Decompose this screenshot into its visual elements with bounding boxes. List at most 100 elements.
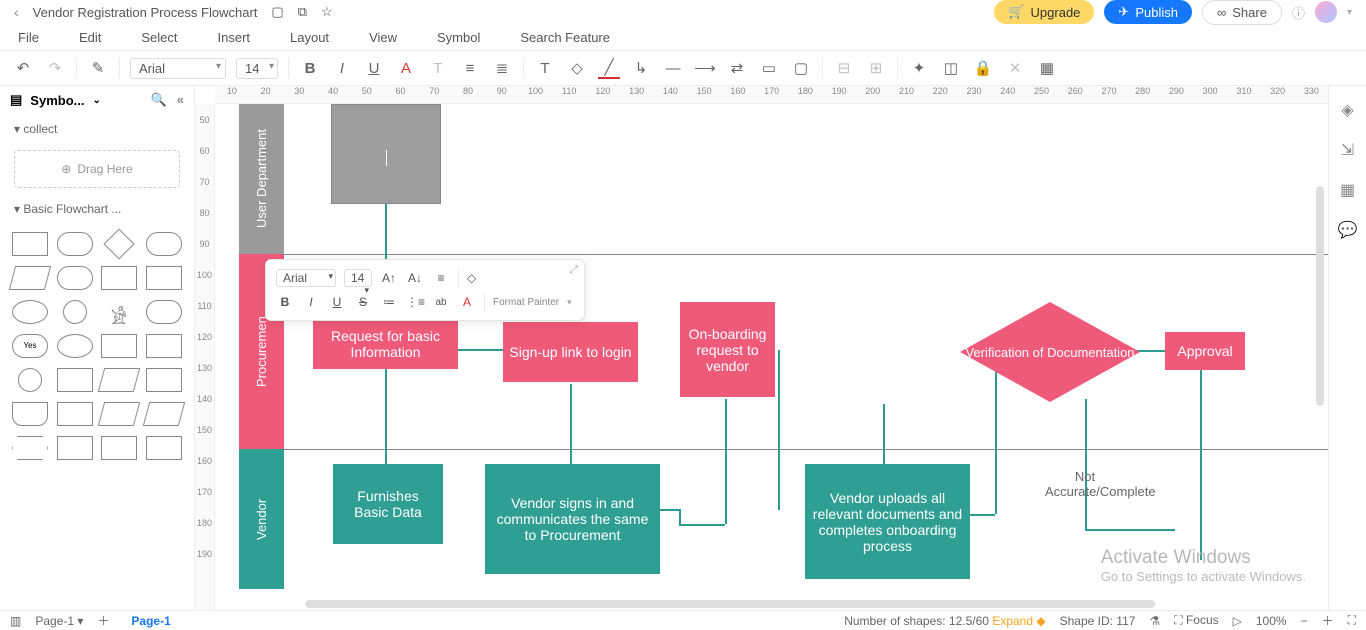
underline-icon[interactable]: U (328, 295, 346, 309)
search-icon[interactable]: 🔍 (151, 92, 167, 108)
shape-rect[interactable] (12, 232, 48, 256)
expand-link[interactable]: Expand (992, 614, 1033, 628)
undo-icon[interactable]: ↶ (12, 57, 34, 79)
canvas[interactable]: User Department Procuremen Vendor (215, 104, 1328, 610)
shape-trap[interactable] (98, 402, 140, 426)
shape-vendor-upload[interactable]: Vendor uploads all relevant documents an… (805, 464, 970, 579)
shape-ellipse[interactable] (12, 300, 48, 324)
shape-wave[interactable] (12, 402, 48, 426)
outline-icon[interactable]: ▥ (10, 614, 21, 628)
connector[interactable] (679, 524, 725, 526)
size-select[interactable]: 14 (236, 58, 278, 79)
shape-capsule[interactable] (57, 266, 93, 290)
share-button[interactable]: ∞Share (1202, 0, 1282, 25)
help-icon[interactable]: ⓘ (1292, 3, 1305, 22)
distribute-icon[interactable]: ⊞ (865, 57, 887, 79)
shape-terminator[interactable]: Yes (12, 334, 48, 358)
page-tab[interactable]: Page-1 (123, 614, 178, 628)
shape-internal[interactable] (146, 334, 182, 358)
number-icon[interactable]: ⋮≡ (406, 295, 424, 309)
arrow-style-icon[interactable]: ⇄ (726, 57, 748, 79)
fullscreen-icon[interactable]: ⛶ (1348, 613, 1356, 628)
shape-fill-icon[interactable]: ▭ (758, 57, 780, 79)
underline-icon[interactable]: U (363, 57, 385, 79)
avatar[interactable] (1315, 1, 1337, 23)
shape-db[interactable] (57, 368, 93, 392)
align-center-icon[interactable]: ≣ (491, 57, 513, 79)
connector[interactable] (1085, 529, 1175, 531)
fill-icon[interactable]: ◇ (566, 57, 588, 79)
mini-size-select[interactable]: 14 (344, 269, 372, 287)
shape-approval[interactable]: Approval (1165, 332, 1245, 370)
effects-icon[interactable]: ✦ (908, 57, 930, 79)
text-case-icon[interactable]: T (427, 57, 449, 79)
add-page-icon[interactable]: ＋ (97, 612, 109, 629)
mini-toolbar[interactable]: ⤢ Arial 14 A↑ A↓ ≡ ◇ B I U S (265, 259, 585, 321)
shape-connector[interactable] (18, 368, 42, 392)
connector[interactable] (778, 350, 780, 510)
connector[interactable] (725, 399, 727, 524)
bullet-icon[interactable]: ≔ (380, 295, 398, 309)
chevron-down-icon[interactable]: ⌄ (92, 95, 100, 106)
menu-view[interactable]: View (369, 30, 397, 45)
layers-icon[interactable]: ▦ (1036, 57, 1058, 79)
scrollbar-vertical[interactable] (1316, 186, 1324, 406)
shape-trap2[interactable] (142, 402, 184, 426)
shape-manual[interactable] (98, 368, 140, 392)
menu-insert[interactable]: Insert (218, 30, 251, 45)
menu-edit[interactable]: Edit (79, 30, 101, 45)
open-new-icon[interactable]: ⧉ (298, 4, 307, 20)
connector[interactable] (1200, 350, 1202, 560)
shape-storage[interactable] (101, 334, 137, 358)
lock-icon[interactable]: 🔒 (972, 57, 994, 79)
shape-paral[interactable] (9, 266, 51, 290)
upgrade-button[interactable]: 🛒Upgrade (994, 0, 1094, 24)
shape-actor[interactable]: 𓀀 (101, 300, 137, 324)
connector-icon[interactable]: ↳ (630, 57, 652, 79)
mini-font-select[interactable]: Arial (276, 269, 336, 287)
italic-icon[interactable]: I (331, 57, 353, 79)
section-collect[interactable]: ▾ collect (0, 114, 194, 144)
shape-request-basic[interactable]: Request for basic Information (313, 319, 458, 369)
shape-furnish[interactable]: Furnishes Basic Data (333, 464, 443, 544)
shape-selected-gray[interactable] (331, 104, 441, 204)
save-icon[interactable]: ▢ (271, 4, 283, 20)
shape-off3[interactable] (146, 436, 182, 460)
lane-vendor[interactable]: Vendor (239, 449, 284, 589)
bold-icon[interactable]: B (299, 57, 321, 79)
comment-icon[interactable]: 💬 (1338, 220, 1358, 240)
shape-pill[interactable] (146, 232, 182, 256)
shape-verify[interactable]: Verification of Documentation (960, 302, 1140, 402)
menu-file[interactable]: File (18, 30, 39, 45)
pin-icon[interactable]: ⤢ (569, 264, 578, 277)
shape-vendor-signin[interactable]: Vendor signs in and communicates the sam… (485, 464, 660, 574)
bold-icon[interactable]: B (276, 295, 294, 309)
shape-hex[interactable] (12, 436, 48, 460)
tools-icon[interactable]: ✕ (1004, 57, 1026, 79)
export-icon[interactable]: ⇲ (1341, 140, 1354, 160)
lane-user-dept[interactable]: User Department (239, 104, 284, 254)
canvas-area[interactable]: 1020304050607080901001101201301401501601… (195, 86, 1366, 610)
section-basic[interactable]: ▾ Basic Flowchart ... (0, 194, 194, 224)
theme-icon[interactable]: ◈ (1341, 100, 1353, 120)
shape-off[interactable] (57, 436, 93, 460)
font-color-icon[interactable]: A (395, 57, 417, 79)
back-icon[interactable]: ‹ (14, 4, 19, 20)
zoom-in-icon[interactable]: ＋ (1322, 612, 1334, 629)
shape-rounded2[interactable] (146, 300, 182, 324)
decrease-font-icon[interactable]: A↓ (406, 271, 424, 285)
text-not-accurate[interactable]: Not Accurate/Complete (1045, 469, 1125, 499)
shape-circle[interactable] (63, 300, 87, 324)
play-icon[interactable]: ▷ (1233, 614, 1242, 628)
shape-card[interactable] (146, 266, 182, 290)
menu-search[interactable]: Search Feature (520, 30, 610, 45)
shape-cylinder[interactable] (57, 334, 93, 358)
collapse-icon[interactable]: « (177, 92, 184, 108)
connector[interactable] (679, 509, 681, 524)
shape-outline-icon[interactable]: ▢ (790, 57, 812, 79)
italic-icon[interactable]: I (302, 295, 320, 309)
shape-diamond[interactable] (103, 228, 134, 259)
shape-roundrect[interactable] (57, 232, 93, 256)
publish-button[interactable]: ✈Publish (1104, 0, 1192, 24)
dropdown-icon[interactable]: ▾ (1347, 7, 1352, 18)
